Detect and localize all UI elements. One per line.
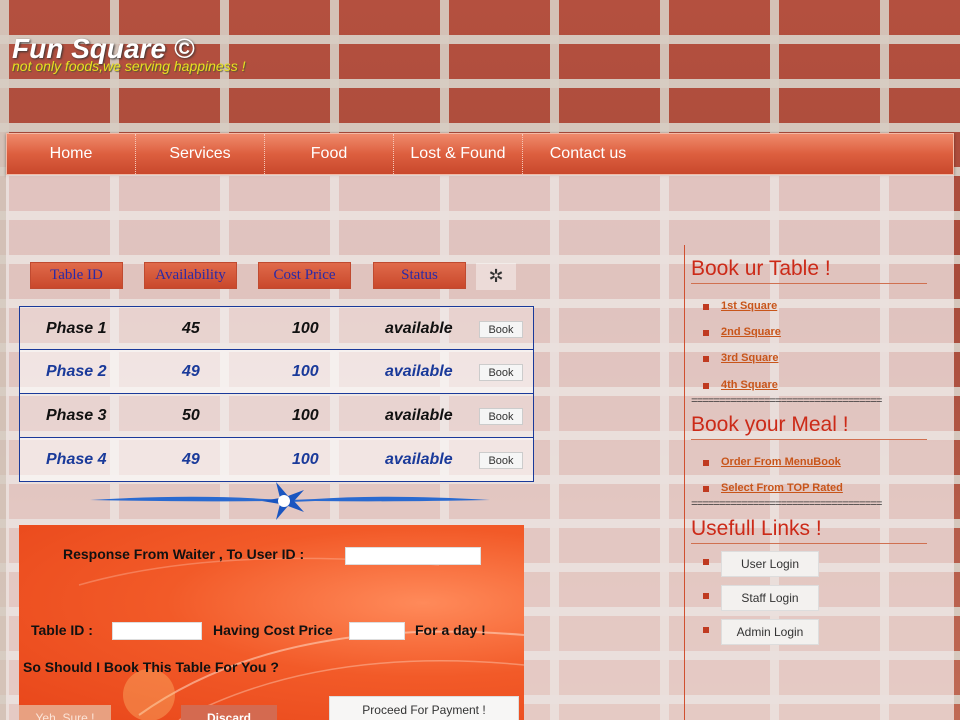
bullet-icon bbox=[703, 627, 709, 633]
site-brand: Fun Square © not only foods,we serving h… bbox=[12, 34, 246, 75]
book-button[interactable]: Book bbox=[479, 452, 523, 469]
book-meal-heading: Book your Meal ! bbox=[691, 413, 927, 440]
row-availability: 45 bbox=[182, 320, 200, 337]
separator: ================================== bbox=[691, 499, 882, 511]
row-status: available bbox=[385, 363, 453, 380]
row-status: available bbox=[385, 407, 453, 424]
useful-links-heading: Usefull Links ! bbox=[691, 517, 927, 544]
row-cost: 100 bbox=[292, 407, 319, 424]
cost-price-label: Having Cost Price bbox=[213, 622, 333, 638]
nav-food[interactable]: Food bbox=[265, 134, 394, 174]
header-cost-price: Cost Price bbox=[258, 262, 351, 289]
row-availability: 49 bbox=[182, 451, 200, 468]
waiter-response-panel: Response From Waiter , To User ID : Tabl… bbox=[19, 525, 524, 720]
discard-button[interactable]: Discard bbox=[181, 705, 277, 720]
book-table-heading: Book ur Table ! bbox=[691, 257, 927, 284]
row-status: available bbox=[385, 320, 453, 337]
bullet-icon bbox=[703, 559, 709, 565]
row-status: available bbox=[385, 451, 453, 468]
top-rated-link[interactable]: Select From TOP Rated bbox=[703, 482, 843, 494]
for-a-day-label: For a day ! bbox=[415, 622, 486, 638]
row-table-id: Phase 1 bbox=[46, 320, 107, 337]
table-row: Phase 4 49 100 available Book bbox=[19, 438, 534, 482]
nav-contact[interactable]: Contact us bbox=[523, 134, 653, 174]
square-link-3[interactable]: 3rd Square bbox=[703, 352, 778, 364]
site-tagline: not only foods,we serving happiness ! bbox=[12, 58, 246, 74]
nav-services[interactable]: Services bbox=[136, 134, 265, 174]
table-id-field[interactable] bbox=[112, 622, 202, 640]
separator: ================================== bbox=[691, 396, 882, 408]
staff-login-button[interactable]: Staff Login bbox=[721, 585, 819, 611]
table-row: Phase 2 49 100 available Book bbox=[19, 350, 534, 394]
yes-sure-button[interactable]: Yeh, Sure ! bbox=[19, 705, 111, 720]
table-row: Phase 1 45 100 available Book bbox=[19, 306, 534, 350]
user-id-field[interactable] bbox=[345, 547, 481, 565]
row-availability: 50 bbox=[182, 407, 200, 424]
waiter-response-label: Response From Waiter , To User ID : bbox=[63, 546, 305, 562]
table-id-label: Table ID : bbox=[31, 622, 93, 638]
bullet-icon bbox=[703, 593, 709, 599]
header-availability: Availability bbox=[144, 262, 237, 289]
sidebar: Book ur Table ! 1st Square 2nd Square 3r… bbox=[684, 245, 934, 720]
row-cost: 100 bbox=[292, 451, 319, 468]
order-menubook-link[interactable]: Order From MenuBook bbox=[703, 456, 841, 468]
square-link-2[interactable]: 2nd Square bbox=[703, 326, 781, 338]
book-button[interactable]: Book bbox=[479, 364, 523, 381]
cost-price-field[interactable] bbox=[349, 622, 405, 640]
row-cost: 100 bbox=[292, 320, 319, 337]
main-navbar: Home Services Food Lost & Found Contact … bbox=[6, 133, 954, 175]
nav-lost-found[interactable]: Lost & Found bbox=[394, 134, 523, 174]
admin-login-button[interactable]: Admin Login bbox=[721, 619, 819, 645]
book-button[interactable]: Book bbox=[479, 321, 523, 338]
table-row: Phase 3 50 100 available Book bbox=[19, 394, 534, 438]
proceed-payment-button[interactable]: Proceed For Payment ! bbox=[329, 696, 519, 720]
header-table-id: Table ID bbox=[30, 262, 123, 289]
nav-home[interactable]: Home bbox=[7, 134, 136, 174]
booking-question: So Should I Book This Table For You ? bbox=[23, 659, 279, 675]
loading-spinner-icon: ✲ bbox=[476, 263, 516, 290]
book-button[interactable]: Book bbox=[479, 408, 523, 425]
row-table-id: Phase 3 bbox=[46, 407, 107, 424]
row-availability: 49 bbox=[182, 363, 200, 380]
star-divider-icon bbox=[90, 482, 490, 520]
row-table-id: Phase 2 bbox=[46, 363, 107, 380]
square-link-1[interactable]: 1st Square bbox=[703, 300, 777, 312]
row-cost: 100 bbox=[292, 363, 319, 380]
row-table-id: Phase 4 bbox=[46, 451, 107, 468]
phase-table: Phase 1 45 100 available Book Phase 2 49… bbox=[19, 306, 534, 482]
user-login-button[interactable]: User Login bbox=[721, 551, 819, 577]
header-status: Status bbox=[373, 262, 466, 289]
square-link-4[interactable]: 4th Square bbox=[703, 379, 778, 391]
